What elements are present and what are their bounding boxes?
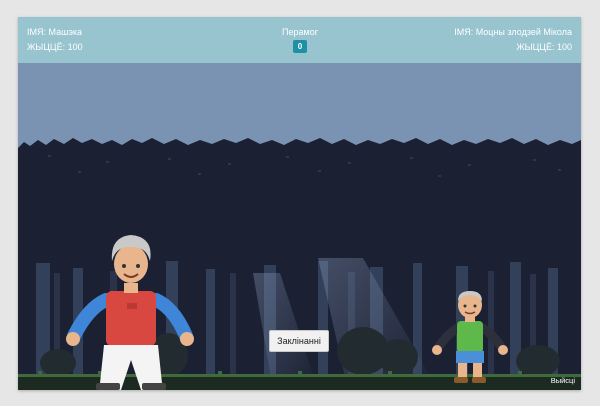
game-hud: IМЯ: Машэка ЖЫЦЦЁ: 100 Перамог 0 IМЯ: Мо… xyxy=(18,17,581,63)
enemy-name: IМЯ: Моцны злодзей Мікола xyxy=(454,27,572,37)
player-health: ЖЫЦЦЁ: 100 xyxy=(27,42,83,52)
wins-label: Перамог xyxy=(282,27,318,37)
sky xyxy=(18,63,581,148)
wins-count-badge: 0 xyxy=(293,40,307,53)
exit-link[interactable]: Выйсці xyxy=(551,376,575,385)
player-name: IМЯ: Машэка xyxy=(27,27,83,37)
game-window: IМЯ: Машэка ЖЫЦЦЁ: 100 Перамог 0 IМЯ: Мо… xyxy=(18,17,581,390)
enemy-health: ЖЫЦЦЁ: 100 xyxy=(516,42,572,52)
spells-button[interactable]: Заклінанні xyxy=(269,330,329,352)
